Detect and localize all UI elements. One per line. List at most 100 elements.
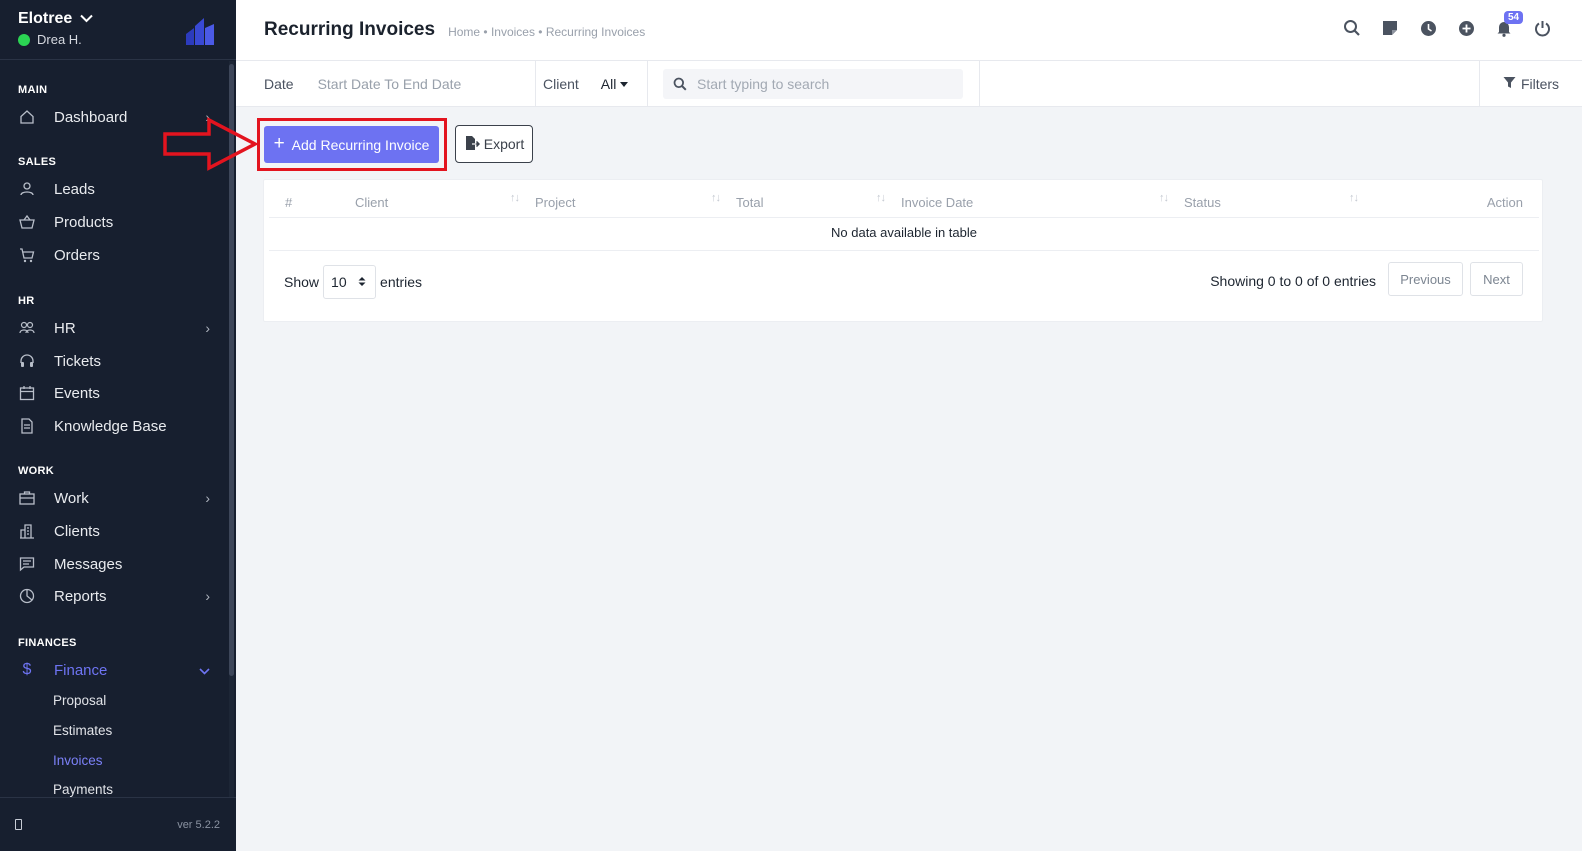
sidebar-item-reports[interactable]: Reports › <box>0 581 228 611</box>
next-page-button[interactable]: Next <box>1470 262 1523 296</box>
sort-icon[interactable]: ↑↓ <box>510 192 520 204</box>
filters-button[interactable]: Filters <box>1479 61 1582 107</box>
sort-icon[interactable]: ↑↓ <box>1159 192 1169 204</box>
recurring-invoices-table-card: # Client ↑↓ Project ↑↓ Total ↑↓ Invoice … <box>263 179 1543 322</box>
sidebar-item-leads[interactable]: Leads <box>0 174 228 204</box>
sidebar-item-label: Products <box>54 213 114 231</box>
divider <box>535 61 536 107</box>
sidebar-header: Elotree Drea H. <box>0 0 236 60</box>
section-main: MAIN <box>18 84 48 96</box>
search-box[interactable] <box>663 69 963 99</box>
export-button[interactable]: Export <box>455 125 533 163</box>
chevron-down-icon <box>80 12 93 26</box>
sidebar-subitem-estimates[interactable]: Estimates <box>53 723 112 738</box>
power-icon[interactable] <box>1532 18 1552 38</box>
table-info: Showing 0 to 0 of 0 entries <box>1210 273 1376 289</box>
briefcase-icon <box>18 489 36 507</box>
page-title: Recurring Invoices <box>264 19 436 40</box>
date-filter-label: Date <box>264 76 294 92</box>
column-header-number[interactable]: # <box>285 195 292 210</box>
sidebar-footer: ver 5.2.2 <box>0 797 236 851</box>
export-button-label: Export <box>483 136 525 152</box>
mobile-icon[interactable] <box>15 819 22 830</box>
date-filter[interactable]: Date Start Date To End Date <box>264 61 461 107</box>
sidebar-item-clients[interactable]: Clients <box>0 516 228 546</box>
sidebar-item-label: Orders <box>54 246 100 264</box>
plus-icon: + <box>273 133 285 154</box>
caret-down-icon <box>620 81 629 87</box>
show-label: Show <box>284 274 320 290</box>
column-header-project[interactable]: Project <box>535 195 575 210</box>
sidebar-item-work[interactable]: Work › <box>0 483 228 513</box>
sidebar-item-orders[interactable]: Orders <box>0 240 228 270</box>
column-header-status[interactable]: Status <box>1184 195 1221 210</box>
chevron-right-icon: › <box>205 320 210 336</box>
previous-page-button[interactable]: Previous <box>1388 262 1463 296</box>
add-circle-icon[interactable] <box>1456 18 1476 38</box>
sidebar-item-messages[interactable]: Messages <box>0 549 228 579</box>
basket-icon <box>18 213 36 231</box>
date-range-input[interactable]: Start Date To End Date <box>318 76 462 92</box>
dollar-icon: $ <box>22 661 32 678</box>
sidebar-subitem-payments[interactable]: Payments <box>53 782 113 797</box>
sidebar-item-events[interactable]: Events <box>0 378 228 408</box>
column-header-total[interactable]: Total <box>736 195 763 210</box>
search-icon[interactable] <box>1342 18 1362 38</box>
page-header: Recurring Invoices Home • Invoices • Rec… <box>236 0 1582 61</box>
page-length-control: Show 10 entries <box>284 265 422 299</box>
column-header-client[interactable]: Client <box>355 195 388 210</box>
sidebar-item-hr[interactable]: HR › <box>0 313 228 343</box>
sidebar-item-label: Events <box>54 384 100 402</box>
filter-icon <box>1503 76 1516 92</box>
sidebar-subitem-proposal[interactable]: Proposal <box>53 693 106 708</box>
sidebar-item-label: Messages <box>54 555 123 573</box>
client-filter[interactable]: Client All <box>543 61 629 107</box>
sidebar-item-finance[interactable]: $ Finance <box>0 655 228 685</box>
sort-icon[interactable]: ↑↓ <box>1349 192 1359 204</box>
table-header: # Client ↑↓ Project ↑↓ Total ↑↓ Invoice … <box>269 186 1539 218</box>
cart-icon <box>18 246 36 264</box>
add-recurring-invoice-label: Add Recurring Invoice <box>291 136 430 153</box>
sidebar-menu: MAIN Dashboard › SALES Leads Products Or… <box>0 61 228 797</box>
breadcrumb[interactable]: Home • Invoices • Recurring Invoices <box>448 25 645 39</box>
headset-icon <box>18 352 36 370</box>
sidebar-item-knowledge-base[interactable]: Knowledge Base <box>0 411 228 441</box>
sort-icon[interactable]: ↑↓ <box>876 192 886 204</box>
sidebar-item-label: Clients <box>54 522 100 540</box>
divider <box>979 61 980 107</box>
sticky-note-icon[interactable] <box>1380 18 1400 38</box>
notification-badge: 54 <box>1504 11 1524 24</box>
sidebar-item-label: Leads <box>54 180 95 198</box>
header-icons: 54 <box>1342 11 1552 38</box>
column-header-action: Action <box>1486 195 1523 210</box>
pie-chart-icon <box>18 587 36 605</box>
sidebar-item-tickets[interactable]: Tickets <box>0 346 228 376</box>
add-recurring-invoice-button[interactable]: + Add Recurring Invoice <box>264 126 439 163</box>
bell-icon[interactable]: 54 <box>1494 11 1524 38</box>
sidebar-item-label: HR <box>54 319 76 337</box>
chevron-down-icon <box>199 662 210 678</box>
message-icon <box>18 555 36 573</box>
section-finances: FINANCES <box>18 637 77 649</box>
column-header-invoice-date[interactable]: Invoice Date <box>901 195 973 210</box>
export-file-icon <box>464 135 480 154</box>
page-length-select[interactable]: 10 <box>323 265 377 299</box>
sidebar-subitem-invoices[interactable]: Invoices <box>53 753 103 768</box>
client-select[interactable]: All <box>601 76 629 92</box>
sidebar-item-label: Dashboard <box>54 108 128 126</box>
building-icon <box>18 522 36 540</box>
client-select-value: All <box>600 76 617 92</box>
app-version: ver 5.2.2 <box>177 818 220 831</box>
entries-label: entries <box>380 274 423 290</box>
search-input[interactable] <box>697 70 947 98</box>
clock-icon[interactable] <box>1418 18 1438 38</box>
sidebar-item-label: Tickets <box>54 352 101 370</box>
sidebar-item-products[interactable]: Products <box>0 207 228 237</box>
calendar-icon <box>18 384 36 402</box>
chevron-right-icon: › <box>205 490 210 506</box>
divider <box>647 61 648 107</box>
table-empty-row: No data available in table <box>269 218 1539 251</box>
section-work: WORK <box>18 465 55 477</box>
sort-icon[interactable]: ↑↓ <box>711 192 721 204</box>
online-status-icon <box>18 33 30 46</box>
